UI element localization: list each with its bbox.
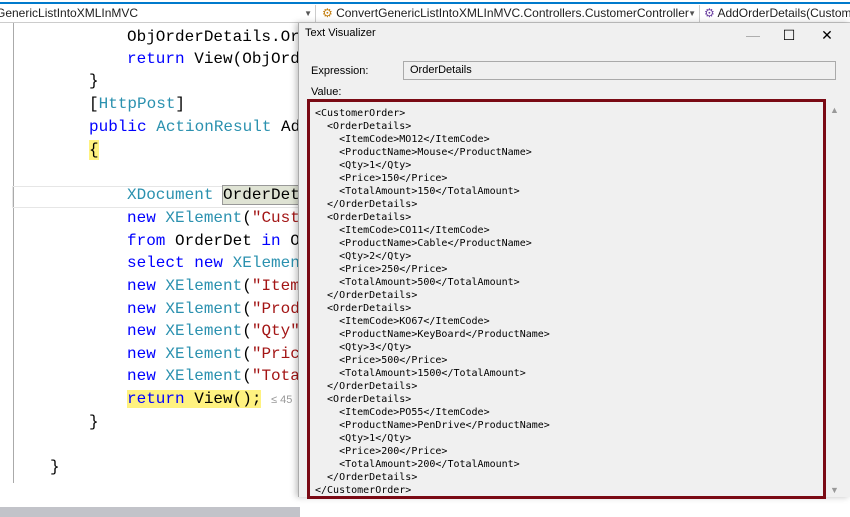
type: XElement bbox=[165, 345, 243, 363]
code-text: ( bbox=[242, 277, 252, 295]
type: XElemen bbox=[232, 254, 300, 272]
maximize-button[interactable]: ☐ bbox=[771, 23, 807, 47]
code-line: } bbox=[89, 72, 99, 90]
code-text: ( bbox=[242, 300, 252, 318]
expression-field[interactable]: OrderDetails bbox=[403, 61, 836, 80]
class-dropdown[interactable]: ⚙ ConvertGenericListIntoXMLInMVC.Control… bbox=[322, 5, 700, 22]
string: "Cust bbox=[251, 209, 300, 227]
expression-label: Expression: bbox=[311, 65, 369, 77]
code-text: ( bbox=[242, 345, 252, 363]
keyword: select bbox=[127, 254, 185, 272]
code-text: ( bbox=[242, 322, 252, 340]
project-name: GenericListIntoXMLInMVC bbox=[0, 6, 139, 20]
project-dropdown[interactable]: GenericListIntoXMLInMVC ▼ bbox=[0, 5, 316, 22]
method-icon: ⚙ bbox=[704, 6, 718, 20]
code-line: new XElement("Tota bbox=[127, 366, 300, 386]
scroll-down-icon[interactable]: ▼ bbox=[830, 485, 839, 495]
keyword: new bbox=[127, 345, 156, 363]
type: XDocument bbox=[127, 186, 214, 204]
code-text: OrderDet bbox=[165, 232, 262, 250]
code-text: ( bbox=[242, 367, 252, 385]
class-name: ConvertGenericListIntoXMLInMVC.Controlle… bbox=[336, 6, 689, 20]
type: XElement bbox=[165, 367, 243, 385]
code-text: O bbox=[280, 232, 300, 250]
keyword: return bbox=[127, 50, 185, 68]
keyword: new bbox=[127, 277, 156, 295]
close-button[interactable]: ✕ bbox=[809, 23, 845, 47]
value-textbox[interactable]: <CustomerOrder> <OrderDetails> <ItemCode… bbox=[307, 99, 826, 499]
navigation-bar: GenericListIntoXMLInMVC ▼ ⚙ ConvertGeneri… bbox=[0, 4, 850, 23]
code-line: return View(ObjOrd bbox=[127, 49, 300, 69]
code-line: } bbox=[89, 413, 99, 431]
code-text: View(); bbox=[184, 390, 262, 408]
code-line: public ActionResult Ad bbox=[89, 117, 300, 137]
keyword: return bbox=[127, 390, 185, 408]
chevron-down-icon: ▼ bbox=[688, 9, 696, 18]
code-text: ( bbox=[242, 209, 252, 227]
value-label: Value: bbox=[311, 86, 342, 98]
string: "Prod bbox=[251, 300, 300, 318]
code-line: from OrderDet in O bbox=[127, 231, 300, 251]
keyword: in bbox=[261, 232, 281, 250]
keyword: new bbox=[127, 300, 156, 318]
member-name: AddOrderDetails(CustomerO bbox=[717, 6, 850, 20]
code-line: XDocument OrderDet bbox=[127, 185, 301, 205]
type: XElement bbox=[165, 209, 243, 227]
code-line: [HttpPost] bbox=[89, 94, 185, 114]
code-line: new XElement("Prod bbox=[127, 299, 300, 319]
variable-reference: OrderDet bbox=[222, 185, 301, 205]
scroll-up-icon[interactable]: ▲ bbox=[830, 105, 839, 115]
code-line: { bbox=[89, 140, 99, 160]
dialog-title: Text Visualizer bbox=[305, 27, 376, 39]
member-dropdown[interactable]: ⚙ AddOrderDetails(CustomerO bbox=[704, 5, 850, 22]
code-line: new XElement("Qty" bbox=[127, 321, 300, 341]
code-line: return View(); ≤ 45 bbox=[127, 389, 292, 410]
type: XElement bbox=[165, 322, 243, 340]
code-text: ] bbox=[175, 95, 186, 113]
outline-margin bbox=[13, 23, 14, 483]
code-line: select new XElemen bbox=[127, 253, 300, 273]
string: "Tota bbox=[251, 367, 300, 385]
chevron-down-icon: ▼ bbox=[304, 9, 312, 18]
code-text: Ad bbox=[271, 118, 301, 136]
string: "Pric bbox=[251, 345, 300, 363]
code-text: View(ObjOrd bbox=[184, 50, 300, 68]
keyword: new bbox=[127, 367, 156, 385]
type: ActionResult bbox=[156, 118, 272, 136]
string: "Item bbox=[251, 277, 300, 295]
keyword: new bbox=[127, 322, 156, 340]
type: XElement bbox=[165, 277, 243, 295]
horizontal-scrollbar[interactable] bbox=[0, 507, 300, 517]
code-line: new XElement("Cust bbox=[127, 208, 300, 228]
code-line: new XElement("Item bbox=[127, 276, 300, 296]
value-text: <CustomerOrder> <OrderDetails> <ItemCode… bbox=[315, 108, 550, 496]
string: "Qty" bbox=[251, 322, 300, 340]
code-line: new XElement("Pric bbox=[127, 344, 300, 364]
vertical-scrollbar[interactable]: ▲ ▼ bbox=[826, 99, 846, 499]
code-editor[interactable]: ObjOrderDetails.Or return View(ObjOrd } … bbox=[0, 23, 302, 517]
keyword: new bbox=[127, 209, 156, 227]
class-icon: ⚙ bbox=[322, 6, 337, 20]
keyword: new bbox=[194, 254, 224, 272]
keyword: public bbox=[89, 118, 147, 136]
code-text: [ bbox=[89, 95, 99, 113]
type: XElement bbox=[165, 300, 243, 318]
perf-tip[interactable]: ≤ 45 bbox=[271, 394, 292, 406]
minimize-button[interactable]: — bbox=[735, 23, 771, 47]
keyword: from bbox=[127, 232, 166, 250]
code-line: } bbox=[50, 458, 60, 476]
text-visualizer-dialog: Text Visualizer — ☐ ✕ Expression: OrderD… bbox=[298, 23, 850, 499]
attribute: HttpPost bbox=[98, 95, 176, 113]
code-line: ObjOrderDetails.Or bbox=[127, 28, 300, 46]
